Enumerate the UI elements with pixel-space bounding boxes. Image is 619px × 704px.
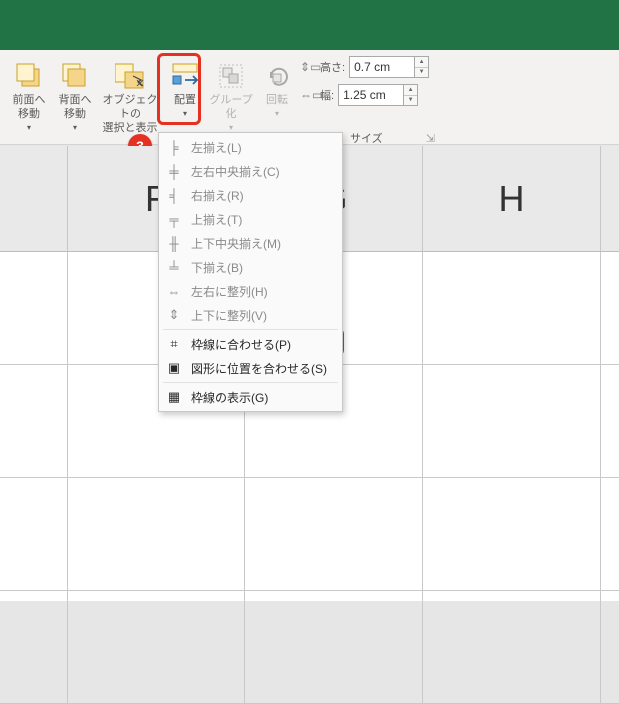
dialog-launcher-icon[interactable]: ⇲ [426, 133, 435, 145]
width-spinner[interactable]: ▲▼ [404, 84, 418, 106]
menu-align-right[interactable]: ╡ 右揃え(R) [159, 183, 342, 207]
align-center-h-icon: ╪ [165, 162, 183, 180]
dropdown-caret-icon: ▾ [73, 123, 77, 132]
align-left-icon: ╞ [165, 138, 183, 156]
height-icon: ⇕▭ [300, 60, 316, 74]
menu-snap-to-grid[interactable]: ⌗ 枠線に合わせる(P) [159, 332, 342, 356]
group-label: グループ化 [208, 94, 254, 122]
align-top-icon: ╤ [165, 210, 183, 228]
size-panel: ⇕▭ 高さ: 0.7 cm ▲▼ ⇔▭ 幅: 1.25 cm ▲▼ [300, 56, 445, 112]
bring-forward-label: 前面へ移動 [13, 94, 46, 122]
col-header-h[interactable]: H [423, 146, 601, 251]
width-input[interactable]: 1.25 cm [338, 84, 404, 106]
dropdown-caret-icon: ▾ [229, 123, 233, 132]
menu-align-left[interactable]: ╞ 左揃え(L) [159, 135, 342, 159]
distribute-v-icon: ⇕ [165, 306, 183, 324]
align-right-icon: ╡ [165, 186, 183, 204]
height-spinner[interactable]: ▲▼ [415, 56, 429, 78]
group-icon [215, 60, 247, 92]
title-bar [0, 0, 619, 50]
group-button[interactable]: グループ化 ▾ [208, 58, 254, 138]
height-input[interactable]: 0.7 cm [349, 56, 415, 78]
col-header-e[interactable] [0, 146, 68, 251]
send-backward-button[interactable]: 背面へ移動 ▾ [52, 58, 98, 138]
align-button-callout [157, 53, 201, 125]
selection-pane-button[interactable]: オブジェクトの選択と表示 [98, 58, 162, 138]
menu-view-gridlines[interactable]: ▦ 枠線の表示(G) [159, 385, 342, 409]
rotate-label: 回転 [266, 94, 288, 108]
height-label: 高さ: [320, 59, 345, 75]
menu-distribute-h[interactable]: ⇔ 左右に整列(H) [159, 279, 342, 303]
selection-pane-icon [114, 60, 146, 92]
align-bottom-icon: ╧ [165, 258, 183, 276]
dropdown-caret-icon: ▾ [27, 123, 31, 132]
rotate-button[interactable]: 回転 ▾ [254, 58, 300, 138]
rotate-icon [261, 60, 293, 92]
menu-separator [163, 382, 338, 383]
snap-to-shape-icon: ▣ [165, 359, 183, 377]
send-backward-icon [59, 60, 91, 92]
width-label: 幅: [320, 87, 334, 103]
dropdown-caret-icon: ▾ [275, 109, 279, 118]
menu-snap-to-shape[interactable]: ▣ 図形に位置を合わせる(S) [159, 356, 342, 380]
menu-separator [163, 329, 338, 330]
size-group-label: サイズ ⇲ [350, 130, 435, 146]
align-dropdown-menu: ╞ 左揃え(L) ╪ 左右中央揃え(C) ╡ 右揃え(R) ╤ 上揃え(T) ╫… [158, 132, 343, 412]
view-gridlines-icon: ▦ [165, 388, 183, 406]
menu-align-center-h[interactable]: ╪ 左右中央揃え(C) [159, 159, 342, 183]
bring-forward-icon [13, 60, 45, 92]
selection-pane-label: オブジェクトの選択と表示 [98, 94, 162, 135]
menu-distribute-v[interactable]: ⇕ 上下に整列(V) [159, 303, 342, 327]
width-icon: ⇔▭ [300, 88, 316, 102]
menu-align-top[interactable]: ╤ 上揃え(T) [159, 207, 342, 231]
send-backward-label: 背面へ移動 [59, 94, 92, 122]
distribute-h-icon: ⇔ [165, 282, 183, 300]
snap-to-grid-icon: ⌗ [165, 335, 183, 353]
menu-align-bottom[interactable]: ╧ 下揃え(B) [159, 255, 342, 279]
bring-forward-button[interactable]: 前面へ移動 ▾ [6, 58, 52, 138]
menu-align-middle-v[interactable]: ╫ 上下中央揃え(M) [159, 231, 342, 255]
align-middle-v-icon: ╫ [165, 234, 183, 252]
